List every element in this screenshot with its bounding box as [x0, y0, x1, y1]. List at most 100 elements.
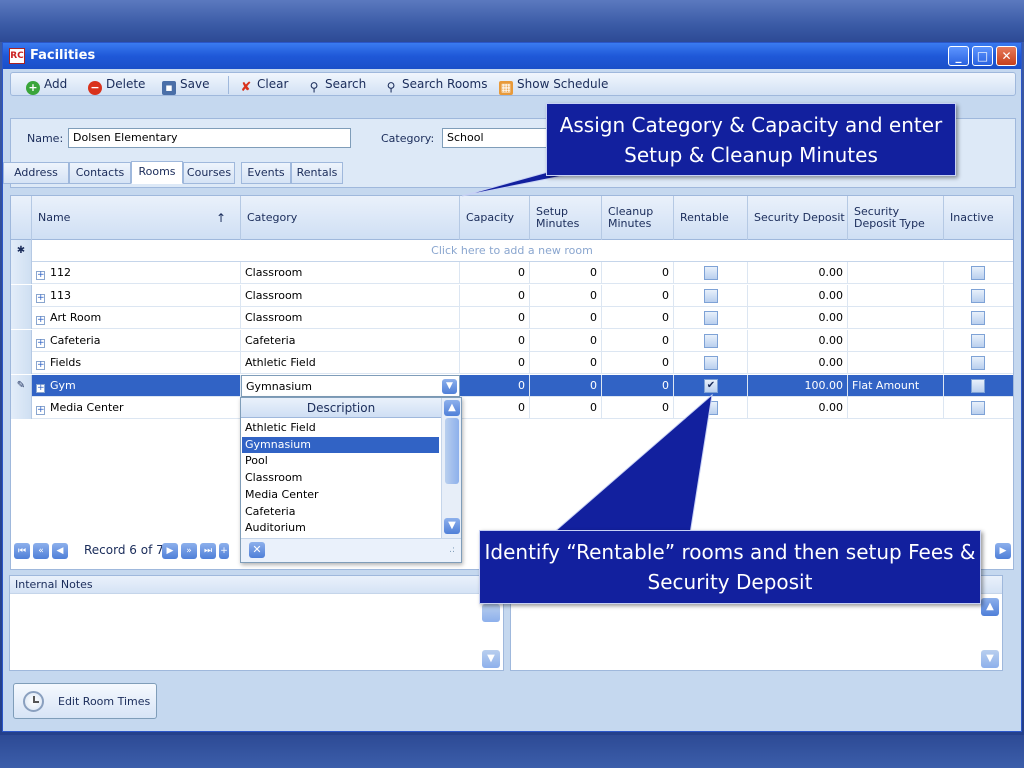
- inactive-checkbox[interactable]: [971, 378, 985, 393]
- category-field[interactable]: School: [442, 128, 552, 148]
- expand-icon[interactable]: +: [36, 293, 45, 303]
- cell-category[interactable]: Classroom: [241, 284, 460, 307]
- inactive-checkbox[interactable]: [971, 356, 985, 370]
- tab-courses[interactable]: Courses: [183, 162, 235, 184]
- close-button[interactable]: ✕: [996, 46, 1017, 66]
- dropdown-option[interactable]: Athletic Field: [242, 420, 439, 436]
- cell-capacity[interactable]: 0: [460, 374, 530, 397]
- cell-capacity[interactable]: 0: [460, 329, 530, 352]
- rentable-checkbox[interactable]: [704, 333, 718, 348]
- cell-category[interactable]: Athletic Field: [241, 352, 460, 374]
- cell-cleanup-minutes[interactable]: 0: [602, 329, 674, 352]
- row-header[interactable]: [11, 307, 32, 329]
- header-security-deposit-type[interactable]: Security Deposit Type: [848, 196, 944, 240]
- cell-inactive[interactable]: [944, 375, 1013, 397]
- row-header[interactable]: [11, 284, 32, 307]
- cell-rentable[interactable]: [674, 307, 748, 329]
- cell-deposit-type[interactable]: [848, 284, 944, 307]
- dropdown-close-icon[interactable]: ✕: [249, 542, 265, 558]
- minimize-button[interactable]: _: [948, 46, 969, 66]
- rentable-checkbox[interactable]: ✔: [704, 378, 718, 393]
- table-row[interactable]: + Media Center 0 0 0 0.00: [11, 397, 1013, 419]
- cell-name[interactable]: + Fields: [32, 352, 241, 374]
- scroll-up-icon[interactable]: ▲: [444, 400, 460, 416]
- cell-inactive[interactable]: [944, 352, 1013, 374]
- cell-category[interactable]: Gymnasium ▼: [241, 374, 460, 397]
- cell-security-deposit[interactable]: 0.00: [748, 307, 848, 329]
- add-button[interactable]: + Add: [26, 76, 67, 95]
- cell-capacity[interactable]: 0: [460, 262, 530, 284]
- name-field[interactable]: Dolsen Elementary: [68, 128, 351, 148]
- next-page-icon[interactable]: »: [181, 543, 197, 559]
- dropdown-option[interactable]: Pool: [242, 453, 439, 469]
- table-row[interactable]: + Art Room Classroom 0 0 0 0.00: [11, 307, 1013, 329]
- expand-icon[interactable]: +: [36, 383, 45, 393]
- cell-deposit-type[interactable]: [848, 329, 944, 352]
- cell-cleanup-minutes[interactable]: 0: [602, 262, 674, 284]
- notes-scroll-down-icon[interactable]: ▼: [482, 650, 500, 668]
- first-record-icon[interactable]: ⏮: [14, 543, 30, 559]
- cell-rentable[interactable]: [674, 352, 748, 374]
- header-setup-minutes[interactable]: Setup Minutes: [530, 196, 602, 240]
- cell-deposit-type[interactable]: [848, 352, 944, 374]
- show-schedule-button[interactable]: ▦ Show Schedule: [499, 76, 608, 95]
- cell-security-deposit[interactable]: 0.00: [748, 262, 848, 284]
- add-new-row[interactable]: ✱ Click here to add a new room: [11, 240, 1013, 262]
- cell-inactive[interactable]: [944, 262, 1013, 284]
- cell-security-deposit[interactable]: 0.00: [748, 397, 848, 419]
- cell-name[interactable]: + Media Center: [32, 397, 241, 419]
- cell-capacity[interactable]: 0: [460, 397, 530, 419]
- chevron-down-icon[interactable]: ▼: [442, 378, 457, 394]
- cell-deposit-type[interactable]: [848, 307, 944, 329]
- header-inactive[interactable]: Inactive: [944, 196, 1013, 240]
- tab-contacts[interactable]: Contacts: [69, 162, 131, 184]
- add-record-icon[interactable]: +: [219, 543, 229, 559]
- cell-security-deposit[interactable]: 0.00: [748, 352, 848, 374]
- cell-setup-minutes[interactable]: 0: [530, 284, 602, 307]
- inactive-checkbox[interactable]: [971, 288, 985, 303]
- delete-button[interactable]: − Delete: [88, 76, 145, 95]
- cell-setup-minutes[interactable]: 0: [530, 374, 602, 397]
- inactive-checkbox[interactable]: [971, 333, 985, 348]
- expand-icon[interactable]: +: [36, 316, 45, 325]
- cell-name[interactable]: +113: [32, 284, 241, 307]
- cell-setup-minutes[interactable]: 0: [530, 307, 602, 329]
- header-category[interactable]: Category: [241, 196, 460, 240]
- dropdown-option[interactable]: Auditorium: [242, 520, 439, 536]
- maximize-button[interactable]: □: [972, 46, 993, 66]
- previous-page-icon[interactable]: «: [33, 543, 49, 559]
- header-name[interactable]: Name ↑: [32, 196, 241, 240]
- cell-capacity[interactable]: 0: [460, 284, 530, 307]
- cell-cleanup-minutes[interactable]: 0: [602, 397, 674, 419]
- cell-category[interactable]: Classroom: [241, 307, 460, 329]
- tab-events[interactable]: Events: [241, 162, 291, 184]
- header-cleanup-minutes[interactable]: Cleanup Minutes: [602, 196, 674, 240]
- cell-name[interactable]: +112: [32, 262, 241, 284]
- expand-icon[interactable]: +: [36, 271, 45, 280]
- expand-icon[interactable]: +: [36, 361, 45, 370]
- row-header[interactable]: [11, 352, 32, 374]
- notes-scroll-up-icon[interactable]: [482, 604, 500, 622]
- inactive-checkbox[interactable]: [971, 266, 985, 280]
- dropdown-scrollbar[interactable]: ▲ ▼: [441, 398, 461, 538]
- cell-category[interactable]: Cafeteria: [241, 329, 460, 352]
- rentable-checkbox[interactable]: [704, 356, 718, 370]
- cell-rentable[interactable]: [674, 262, 748, 284]
- search-rooms-button[interactable]: ⚲ Search Rooms: [384, 76, 488, 94]
- cell-inactive[interactable]: [944, 285, 1013, 307]
- table-row[interactable]: + Cafeteria Cafeteria 0 0 0 0.00: [11, 329, 1013, 352]
- cell-name[interactable]: + Cafeteria: [32, 329, 241, 352]
- row-header[interactable]: [11, 397, 32, 419]
- expand-icon[interactable]: +: [36, 406, 45, 415]
- cell-cleanup-minutes[interactable]: 0: [602, 352, 674, 374]
- cell-security-deposit[interactable]: 0.00: [748, 284, 848, 307]
- table-row[interactable]: + Fields Athletic Field 0 0 0 0.00: [11, 352, 1013, 374]
- tab-rooms[interactable]: Rooms: [131, 161, 183, 184]
- cell-security-deposit[interactable]: 100.00: [748, 374, 848, 397]
- row-header[interactable]: [11, 262, 32, 284]
- table-row[interactable]: +113 Classroom 0 0 0 0.00: [11, 284, 1013, 307]
- table-row[interactable]: ✎ + Gym Gymnasium ▼ 0 0 0 ✔ 100.00 Flat Amount: [11, 374, 1013, 397]
- table-row[interactable]: +112 Classroom 0 0 0 0.00: [11, 262, 1013, 284]
- notes2-scroll-down-icon[interactable]: ▼: [981, 650, 999, 668]
- cell-capacity[interactable]: 0: [460, 352, 530, 374]
